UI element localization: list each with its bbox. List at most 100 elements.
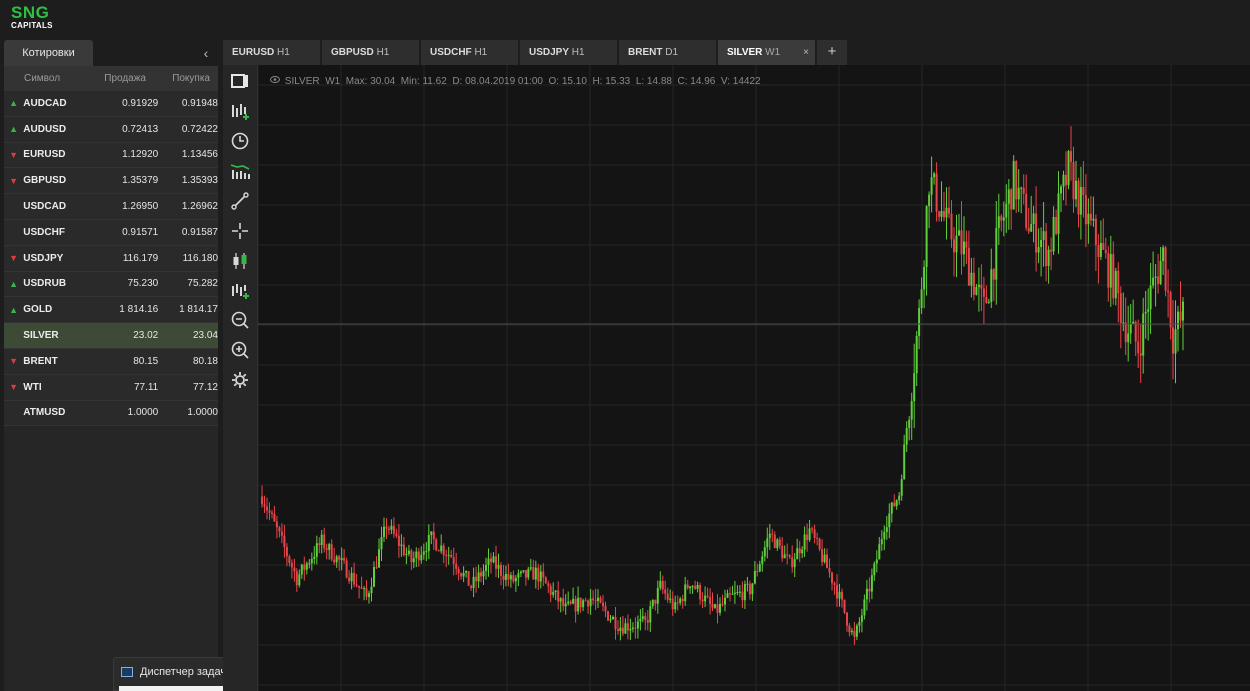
zoom-in-icon[interactable] — [230, 340, 250, 360]
quote-row-audcad[interactable]: ▲ AUDCAD 0.91929 0.91948 — [4, 91, 218, 117]
task-manager-thumbnail — [119, 686, 225, 691]
tab-chart-usdchf[interactable]: USDCHF H1 — [421, 40, 519, 65]
candle-bear — [266, 506, 268, 511]
candle-bear — [1015, 161, 1018, 200]
tab-chart-gbpusd[interactable]: GBPUSD H1 — [322, 40, 420, 65]
tab-quotes[interactable]: Котировки — [4, 40, 93, 66]
candle-bull — [888, 513, 891, 528]
quote-row-usdrub[interactable]: ▲ USDRUB 75.230 75.282 — [4, 271, 218, 298]
quote-row-usdjpy[interactable]: ▼ USDJPY 116.179 116.180 — [4, 245, 218, 272]
quote-row-silver[interactable]: SILVER 23.02 23.04 — [4, 323, 218, 349]
candle-bull — [850, 630, 853, 633]
candlestick-chart[interactable] — [258, 65, 1250, 691]
triangle-down-icon: ▼ — [9, 253, 19, 264]
chart-tab-symbol: USDJPY — [529, 47, 570, 58]
candle-bull — [970, 272, 973, 286]
close-icon[interactable]: × — [803, 40, 809, 65]
candle-bear — [833, 583, 836, 585]
add-indicator-icon[interactable] — [230, 101, 250, 121]
candle-bull — [609, 619, 612, 621]
chart-info-close: C: 14.96 — [677, 76, 716, 87]
candle-bear — [365, 588, 368, 597]
candle-bull — [669, 598, 672, 600]
candle-bull — [383, 526, 385, 537]
candle-bear — [325, 548, 328, 550]
candle-bull — [465, 571, 468, 573]
add-tab-button[interactable]: + — [817, 40, 847, 65]
candle-bear — [1169, 292, 1172, 328]
candle-bear — [709, 597, 712, 604]
quote-row-usdcad[interactable]: USDCAD 1.26950 1.26962 — [4, 194, 218, 220]
taskbar-task-manager[interactable]: Диспетчер задач — [113, 657, 231, 691]
candle-bull — [1030, 224, 1033, 232]
quote-row-gold[interactable]: ▲ GOLD 1 814.16 1 814.17 — [4, 297, 218, 324]
quote-row-atmusd[interactable]: ATMUSD 1.0000 1.0000 — [4, 400, 218, 427]
candle-bull — [751, 583, 754, 595]
candle-bull — [485, 565, 487, 571]
quote-sell-price: 80.15 — [133, 355, 159, 367]
tab-chart-usdjpy[interactable]: USDJPY H1 — [520, 40, 618, 65]
candle-bull — [582, 600, 585, 608]
chart-tab-symbol: USDCHF — [430, 47, 472, 58]
quote-row-usdchf[interactable]: USDCHF 0.91571 0.91587 — [4, 219, 218, 246]
column-header-symbol[interactable]: Символ — [4, 73, 84, 84]
candle-bear — [1055, 217, 1058, 234]
candle-bear — [1134, 321, 1137, 342]
candle-bull — [890, 502, 893, 514]
chart-window-icon[interactable] — [230, 71, 250, 91]
candle-bull — [766, 538, 769, 548]
candle-bull — [1144, 311, 1147, 314]
trendline-icon[interactable] — [230, 191, 250, 211]
candle-bull — [1149, 285, 1152, 310]
candle-bear — [455, 563, 458, 569]
quote-row-wti[interactable]: ▼ WTI 77.11 77.12 — [4, 374, 218, 401]
quote-row-gbpusd[interactable]: ▼ GBPUSD 1.35379 1.35393 — [4, 168, 218, 195]
candle-bear — [437, 550, 440, 552]
brand-logo-subtext: CAPITALS — [11, 21, 53, 30]
crosshair-icon[interactable] — [230, 221, 250, 241]
candle-bear — [836, 584, 838, 599]
candle-bull — [987, 302, 990, 303]
tab-chart-silver[interactable]: SILVER W1 × — [718, 40, 816, 65]
zoom-out-icon[interactable] — [230, 310, 250, 330]
tab-chart-eurusd[interactable]: EURUSD H1 — [223, 40, 321, 65]
candle-bear — [818, 538, 821, 550]
candle-bull — [1129, 324, 1132, 334]
tab-chart-brent[interactable]: BRENT D1 — [619, 40, 717, 65]
candle-bull — [1032, 213, 1035, 224]
candle-bull — [1017, 187, 1020, 200]
candle-bull — [1042, 231, 1045, 240]
candle-bull — [624, 623, 627, 634]
candle-bull — [746, 583, 749, 585]
candle-bull — [497, 565, 500, 569]
volume-bars-icon[interactable] — [230, 161, 250, 181]
candle-bull — [298, 574, 301, 586]
candlestick-icon[interactable] — [230, 251, 250, 271]
candle-bull — [719, 603, 721, 613]
quote-symbol: AUDCAD — [23, 97, 67, 109]
add-bars-icon[interactable] — [230, 281, 250, 301]
column-header-buy[interactable]: Покупка — [146, 73, 210, 84]
candle-bear — [781, 546, 784, 559]
candle-bear — [621, 627, 624, 634]
candle-bull — [564, 603, 567, 607]
column-header-sell[interactable]: Продажа — [84, 73, 146, 84]
candle-bull — [696, 585, 699, 589]
candle-bull — [589, 598, 592, 607]
candle-bear — [562, 598, 565, 607]
candle-bear — [467, 571, 470, 586]
chevron-left-icon[interactable]: ‹ — [198, 45, 214, 61]
settings-icon[interactable] — [230, 370, 250, 390]
top-bar: SNG CAPITALS — [0, 0, 1250, 40]
quote-row-eurusd[interactable]: ▼ EURUSD 1.12920 1.13456 — [4, 142, 218, 169]
clock-icon[interactable] — [230, 131, 250, 151]
quote-row-audusd[interactable]: ▲ AUDUSD 0.72413 0.72422 — [4, 116, 218, 143]
candle-bull — [898, 495, 901, 501]
triangle-down-icon: ▼ — [9, 175, 19, 186]
candle-bear — [646, 620, 649, 623]
candle-bear — [397, 535, 400, 546]
candle-bear — [778, 539, 781, 546]
candle-bull — [793, 559, 796, 568]
quote-row-brent[interactable]: ▼ BRENT 80.15 80.18 — [4, 348, 218, 375]
price-chart[interactable]: SILVER W1 Max: 30.04 Min: 11.62 D: 08.04… — [258, 65, 1250, 691]
